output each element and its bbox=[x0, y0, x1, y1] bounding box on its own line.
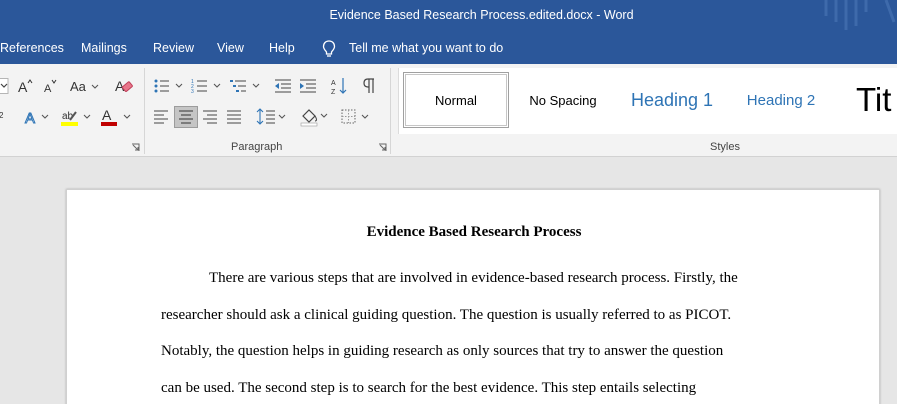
sort-icon[interactable]: A Z bbox=[331, 77, 349, 95]
align-left-icon[interactable] bbox=[153, 110, 169, 124]
style-no-spacing[interactable]: No Spacing bbox=[513, 72, 613, 128]
borders-icon[interactable] bbox=[340, 108, 372, 126]
paragraph-group-label: Paragraph bbox=[231, 141, 283, 153]
document-heading: Evidence Based Research Process bbox=[366, 224, 582, 240]
tab-help[interactable]: Help bbox=[269, 41, 295, 55]
svg-text:A: A bbox=[25, 110, 35, 126]
tab-references[interactable]: References bbox=[0, 41, 64, 55]
grow-font-icon[interactable]: A bbox=[16, 78, 34, 94]
svg-text:A: A bbox=[102, 108, 112, 123]
svg-text:A: A bbox=[331, 80, 336, 87]
styles-gallery: Normal No Spacing Heading 1 Heading 2 Ti… bbox=[398, 68, 897, 134]
font-size-dropdown[interactable] bbox=[0, 78, 10, 94]
style-heading-2[interactable]: Heading 2 bbox=[731, 72, 831, 128]
group-divider bbox=[390, 68, 391, 154]
chevron-down-icon[interactable] bbox=[91, 83, 99, 91]
justify-icon[interactable] bbox=[226, 110, 242, 124]
text-effects-icon[interactable]: A bbox=[24, 108, 50, 126]
tab-mailings[interactable]: Mailings bbox=[81, 41, 127, 55]
paragraph-line: researcher should ask a clinical guiding… bbox=[161, 307, 732, 323]
paragraph-line: Notably, the question helps in guiding r… bbox=[161, 343, 724, 359]
ribbon: A A Aa A 2 A ab A 1 2 3 A Z Paragraph No… bbox=[0, 64, 897, 157]
ribbon-tabs: References Mailings Review View Help Tel… bbox=[0, 34, 897, 64]
superscript-icon[interactable]: 2 bbox=[0, 108, 10, 124]
shrink-font-icon[interactable]: A bbox=[42, 78, 58, 94]
style-title[interactable]: Tit bbox=[835, 72, 897, 128]
highlight-color-icon[interactable]: ab bbox=[60, 108, 94, 128]
title-bar: Evidence Based Research Process.edited.d… bbox=[0, 0, 897, 34]
line-spacing-icon[interactable] bbox=[256, 108, 288, 126]
svg-text:3: 3 bbox=[191, 89, 194, 94]
styles-group-label: Styles bbox=[710, 141, 740, 153]
font-dialog-launcher-icon[interactable] bbox=[131, 143, 140, 152]
align-center-button[interactable] bbox=[174, 106, 198, 128]
paragraph-line: There are various steps that are involve… bbox=[209, 270, 738, 286]
svg-text:Z: Z bbox=[331, 89, 336, 95]
svg-text:A: A bbox=[44, 83, 52, 94]
tab-review[interactable]: Review bbox=[153, 41, 194, 55]
group-divider bbox=[144, 68, 145, 154]
paragraph-line: can be used. The second step is to searc… bbox=[161, 380, 697, 396]
document-page[interactable]: Evidence Based Research Process There ar… bbox=[66, 189, 880, 404]
multilevel-list-icon[interactable] bbox=[230, 78, 262, 94]
show-formatting-marks-icon[interactable] bbox=[363, 78, 377, 94]
increase-indent-icon[interactable] bbox=[299, 78, 317, 94]
bullets-icon[interactable] bbox=[153, 78, 185, 94]
title-bar-pattern-decoration bbox=[824, 0, 896, 30]
change-case-button[interactable]: Aa bbox=[70, 79, 86, 94]
align-right-icon[interactable] bbox=[202, 110, 218, 124]
font-color-icon[interactable]: A bbox=[100, 108, 134, 128]
clear-formatting-icon[interactable]: A bbox=[114, 77, 134, 95]
svg-text:A: A bbox=[18, 79, 28, 94]
svg-text:2: 2 bbox=[0, 111, 4, 120]
paragraph-dialog-launcher-icon[interactable] bbox=[378, 143, 387, 152]
tab-view[interactable]: View bbox=[217, 41, 244, 55]
numbering-icon[interactable]: 123 bbox=[191, 78, 223, 94]
decrease-indent-icon[interactable] bbox=[274, 78, 292, 94]
tell-me-search[interactable]: Tell me what you want to do bbox=[349, 41, 503, 55]
window-title: Evidence Based Research Process.edited.d… bbox=[329, 8, 634, 22]
document-workspace[interactable]: Evidence Based Research Process There ar… bbox=[0, 158, 897, 404]
align-center-icon bbox=[179, 110, 193, 124]
style-normal[interactable]: Normal bbox=[403, 72, 509, 128]
style-heading-1[interactable]: Heading 1 bbox=[617, 72, 727, 128]
shading-icon[interactable] bbox=[300, 107, 330, 127]
lightbulb-icon bbox=[322, 40, 336, 57]
